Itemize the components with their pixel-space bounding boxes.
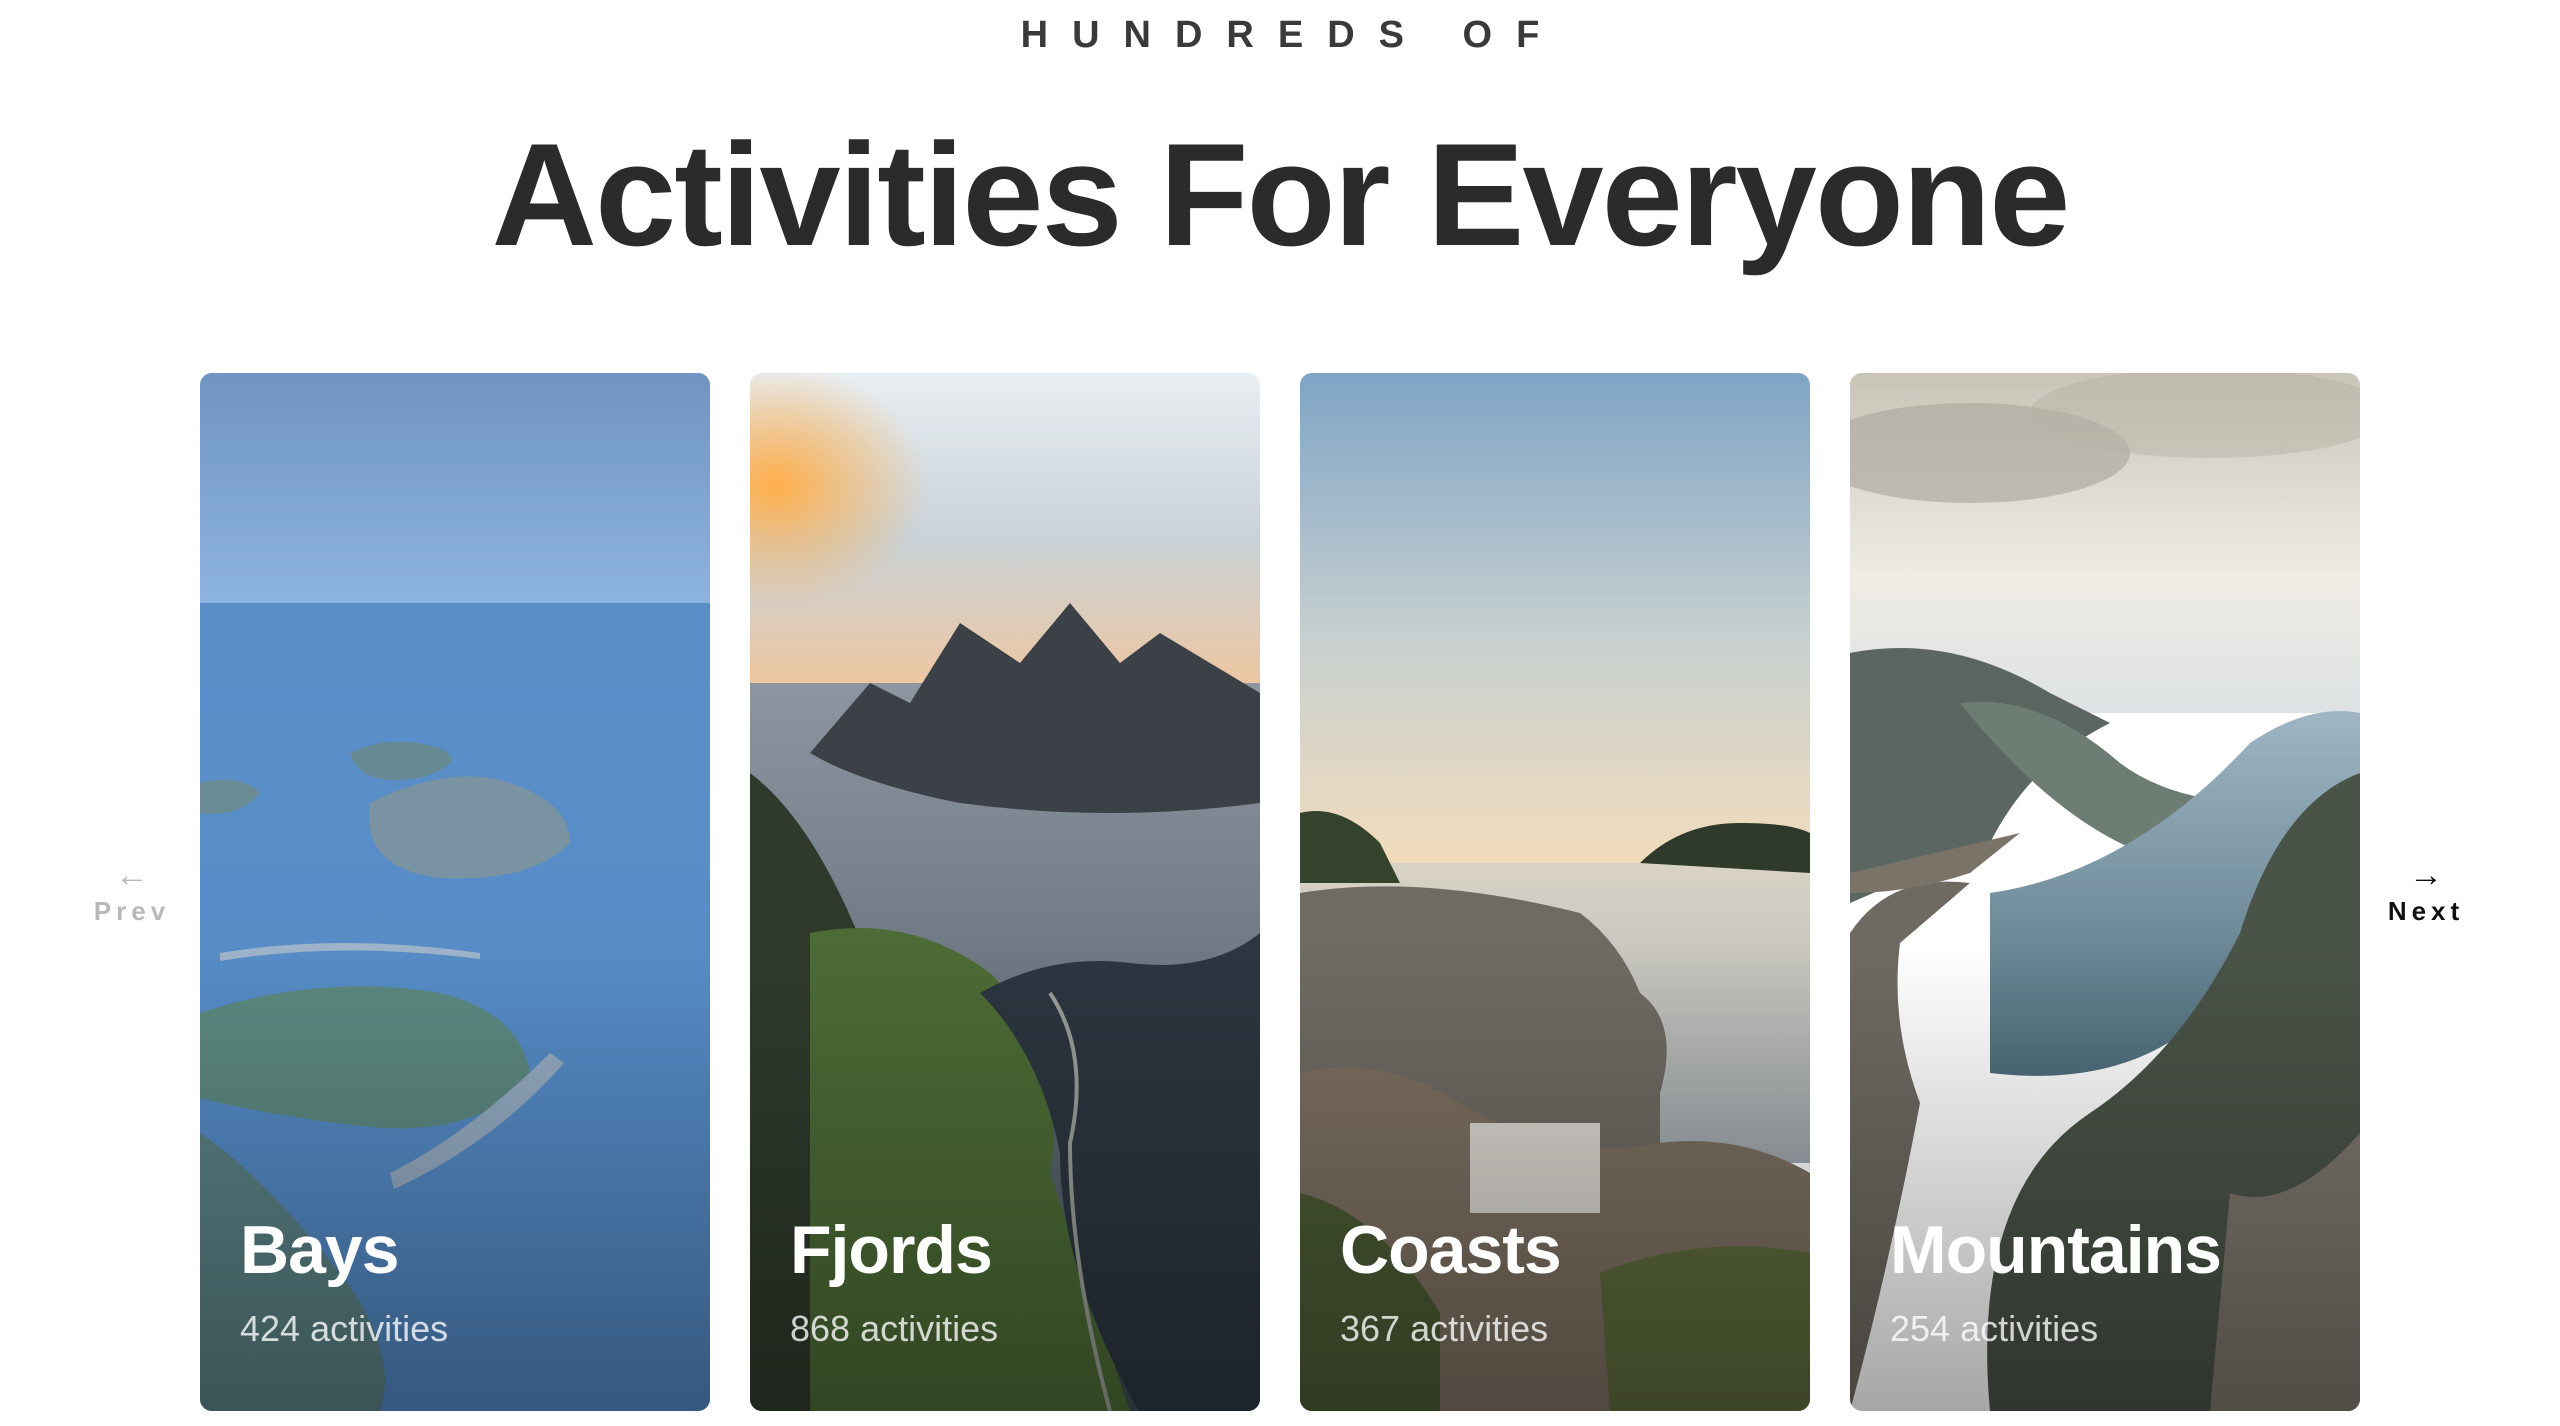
arrow-left-icon: ← [115,856,149,894]
card-fjords[interactable]: Fjords 868 activities [750,373,1260,1411]
card-title: Bays [240,1212,400,1288]
arrow-right-icon: → [2409,856,2443,894]
prev-label: Prev [93,896,171,926]
card-count: 424 activities [240,1308,449,1349]
card-title: Fjords [790,1212,993,1288]
card-bays[interactable]: Bays 424 activities [200,373,710,1411]
next-label: Next [2387,896,2465,926]
card-coasts[interactable]: Coasts 367 activities [1300,373,1810,1411]
section-title: Activities For Everyone [491,113,2071,276]
card-count: 254 activities [1890,1308,2099,1349]
card-title: Coasts [1340,1212,1562,1288]
prev-button[interactable]: ← Prev [72,856,192,927]
next-button[interactable]: → Next [2366,856,2486,927]
card-title: Mountains [1890,1212,2222,1288]
card-count: 868 activities [790,1308,999,1349]
section-eyebrow: HUNDREDS OF [1020,14,1564,56]
card-mountains[interactable]: Mountains 254 activities [1850,373,2360,1411]
card-count: 367 activities [1340,1308,1549,1349]
